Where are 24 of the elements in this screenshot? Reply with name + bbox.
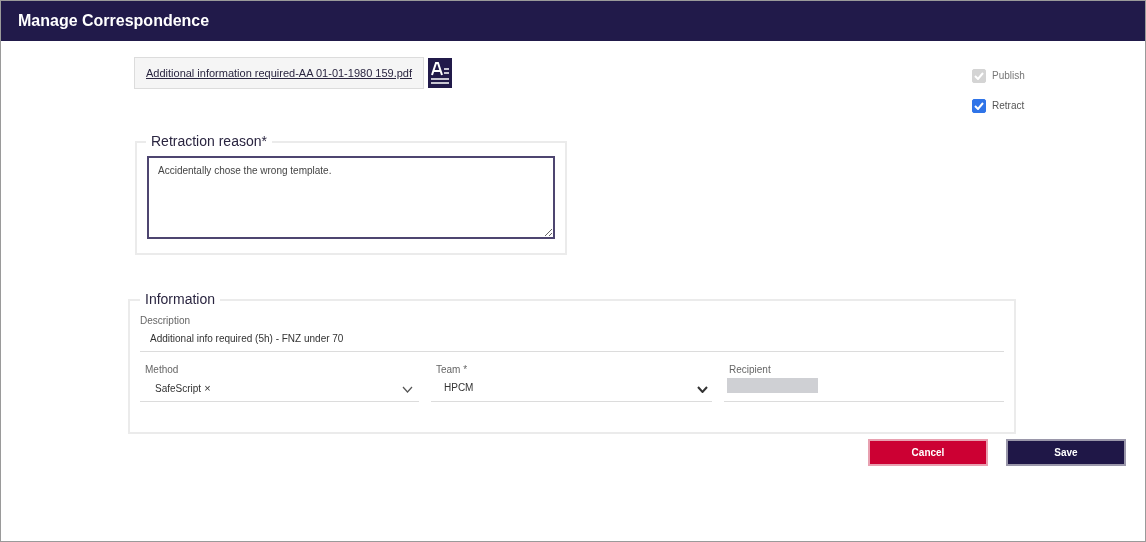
field-label: Team * <box>436 363 469 377</box>
file-link[interactable]: Additional information required-AA 01-01-1980 159.pdf <box>146 64 412 82</box>
field-label: Method <box>145 363 180 377</box>
recipient-field[interactable]: Recipient <box>724 362 1004 402</box>
save-button[interactable]: Save <box>1006 439 1126 466</box>
description-value: Additional info required (5h) - FNZ under 70 <box>150 332 345 346</box>
method-select[interactable]: Method SafeScript × <box>140 362 419 402</box>
chevron-down-icon <box>697 386 708 393</box>
field-label: Description <box>140 314 192 328</box>
method-value: SafeScript <box>155 381 202 396</box>
team-select[interactable]: Team * HPCM <box>431 362 712 402</box>
clear-button[interactable]: × <box>204 380 211 397</box>
chevron-down-icon <box>402 386 413 393</box>
information-legend: Information <box>140 289 221 310</box>
reason-textarea[interactable]: Accidentally chose the wrong template. <box>147 156 555 239</box>
checkbox-label: Retract <box>992 99 1025 113</box>
text-format-icon[interactable] <box>428 58 452 88</box>
window-title: Manage Correspondence <box>18 11 210 31</box>
field-label: Recipient <box>729 363 772 377</box>
retraction-legend: Retraction reason* <box>146 131 272 152</box>
checkbox-label: Publish <box>992 69 1025 83</box>
team-value: HPCM <box>444 381 474 395</box>
cancel-button[interactable]: Cancel <box>868 439 988 466</box>
checkbox[interactable] <box>972 98 986 113</box>
